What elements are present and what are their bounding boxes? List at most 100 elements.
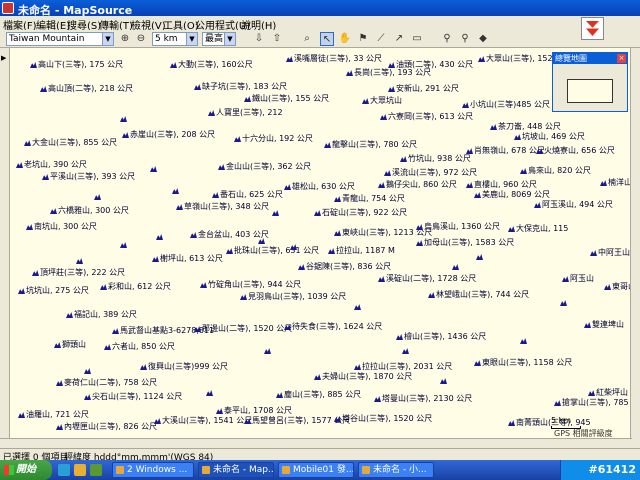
peak-label[interactable]: 雄松山, 630 公尺 (284, 182, 355, 192)
peak-label[interactable]: 大金山(三等), 855 公尺 (24, 138, 117, 148)
peak-label[interactable]: 火燒寮山, 656 公尺 (536, 146, 615, 156)
peak-label[interactable]: 小坑山(三等)485 公尺 (462, 100, 550, 110)
peak-label[interactable]: 檜山(三等), 1436 公尺 (396, 332, 486, 342)
find-places-icon[interactable]: ⚲ (458, 32, 472, 46)
peak-label[interactable]: 鵝仔尖山, 860 公尺 (378, 180, 457, 190)
peak-label[interactable]: 石碇山(三等), 922 公尺 (314, 208, 407, 218)
map-canvas[interactable]: 高山下(三等), 175 公尺 大動(三等), 160公尺 溪嘴層徒(三等), … (0, 48, 640, 448)
hand-tool-icon[interactable]: ✋ (338, 32, 352, 46)
measure-tool-icon[interactable]: ▭ (410, 32, 424, 46)
peak-label[interactable]: 安新山, 291 公尺 (388, 84, 459, 94)
peak-label[interactable]: 大動(三等), 160公尺 (170, 60, 253, 70)
map-product-select[interactable]: Taiwan Mountain ▼ (6, 32, 114, 46)
overview-viewport[interactable] (567, 79, 613, 103)
track-tool-icon[interactable]: ↗ (392, 32, 406, 46)
peak-label[interactable]: 阿玉山 (562, 274, 594, 284)
send-to-device-icon[interactable]: ⇧ (270, 32, 284, 46)
taskbar-item[interactable]: 未命名 - 小... (358, 462, 434, 478)
horizontal-scrollbar[interactable] (0, 438, 632, 448)
peak-label[interactable]: 青龍山, 754 公尺 (334, 194, 405, 204)
peak-label[interactable]: 金台盆山, 403 公尺 (190, 230, 269, 240)
peak-label[interactable]: 福記山, 389 公尺 (66, 310, 137, 320)
peak-label[interactable]: 獅頭山 (54, 340, 86, 350)
peak-label[interactable]: 油羅山, 721 公尺 (18, 410, 89, 420)
peak-label[interactable]: 內壢匣山(三等), 826 公尺 (56, 422, 157, 432)
taskbar-item[interactable]: 2 Windows ... (112, 462, 194, 478)
peak-label[interactable]: 鐵山(三等), 155 公尺 (244, 94, 329, 104)
overview-map-window[interactable]: 總覽地圖 × (552, 52, 628, 112)
peak-label[interactable]: 塔曼山(三等), 2130 公尺 (374, 394, 472, 404)
receive-from-device-icon[interactable]: ⇩ (252, 32, 266, 46)
peak-label[interactable]: 鳥來山, 820 公尺 (520, 166, 591, 176)
peak-label[interactable]: 肖無嶺山, 678 公尺 (466, 146, 545, 156)
detail-level-select[interactable]: 最高 ▼ (202, 32, 236, 46)
peak-label[interactable]: 六寮岡(三等), 613 公尺 (380, 112, 473, 122)
peak-label[interactable]: 楠洋山 (600, 178, 632, 188)
peak-label[interactable]: 尖石山(三等), 1124 公尺 (84, 392, 182, 402)
peak-label[interactable]: 龍擊山(三等), 780 公尺 (324, 140, 417, 150)
peak-label[interactable]: 谷鋸陳(三等), 836 公尺 (298, 262, 391, 272)
taskbar-item[interactable]: Mobile01 發... (278, 462, 354, 478)
peak-label[interactable]: 東眼山(三等), 1158 公尺 (474, 358, 572, 368)
peak-label[interactable]: 赤崖山(三等), 208 公尺 (122, 130, 215, 140)
peak-label[interactable]: 番石山, 625 公尺 (212, 190, 283, 200)
peak-label[interactable]: 待失食(三等), 1624 公尺 (284, 322, 382, 332)
peak-label[interactable]: 中阿王山 (590, 248, 630, 258)
peak-label[interactable]: 麥荷仁山(二等), 758 公尺 (56, 378, 157, 388)
peak-label[interactable]: 坑坑山, 275 公尺 (18, 286, 89, 296)
select-tool-icon[interactable]: ↖ (320, 32, 334, 46)
waypoint-tool-icon[interactable]: ⚑ (356, 32, 370, 46)
peak-label[interactable]: 溪碇山(二等), 1728 公尺 (378, 274, 476, 284)
peak-label[interactable]: 老坑山, 390 公尺 (16, 160, 87, 170)
peak-label[interactable]: 溪流山(三等), 972 公尺 (384, 168, 477, 178)
peak-label[interactable]: 塔谷山(三等), 1520 公尺 (334, 414, 432, 424)
peak-label[interactable]: 南坑山, 300 公尺 (26, 222, 97, 232)
peak-label[interactable]: 加母山(三等), 1583 公尺 (416, 238, 514, 248)
peak-label[interactable]: 高山下(三等), 175 公尺 (30, 60, 123, 70)
arrow-down-icon[interactable] (581, 17, 604, 40)
peak-label[interactable]: 美鹿山, 8069 公尺 (474, 190, 550, 200)
peak-label[interactable]: 批珠山(三等), 631 公尺 (226, 246, 319, 256)
peak-label[interactable]: 烏鳥溪山, 1360 公尺 (416, 222, 500, 232)
zoom-scale-select[interactable]: 5 km ▼ (152, 32, 198, 46)
peak-label[interactable]: 紅柴坪山 (588, 388, 628, 398)
peak-label[interactable]: 拉拉山(三等), 2031 公尺 (354, 362, 452, 372)
peak-label[interactable]: 大眾坑山 (362, 96, 402, 106)
peak-label[interactable]: 竹坑山, 938 公尺 (400, 154, 471, 164)
peak-label[interactable]: 頂坪莊(三等), 222 公尺 (32, 268, 125, 278)
vertical-scrollbar[interactable] (630, 48, 640, 448)
peak-label[interactable]: 溪嘴層徒(三等), 33 公尺 (286, 54, 382, 64)
peak-label[interactable]: 草嶺山(三等), 348 公尺 (176, 202, 269, 212)
peak-label[interactable]: 夫婦山(三等), 1870 公尺 (314, 372, 412, 382)
find-icon[interactable]: ⚲ (440, 32, 454, 46)
peak-label[interactable]: 坑坡山, 469 公尺 (514, 132, 585, 142)
peak-label[interactable]: 金山山(三等), 362 公尺 (218, 162, 311, 172)
peak-label[interactable]: 那邊山(二等), 1520 公尺 (194, 324, 292, 334)
peak-label[interactable]: 彩和山, 612 公尺 (100, 282, 171, 292)
peak-label[interactable]: 竹碇角山(三等), 944 公尺 (200, 280, 301, 290)
peak-label[interactable]: 復興山(三等)999 公尺 (140, 362, 228, 372)
peak-label[interactable]: 茶刀崙, 448 公尺 (490, 122, 561, 132)
map-product-icon[interactable]: ◆ (476, 32, 490, 46)
start-button[interactable]: 開始 (0, 460, 52, 480)
peak-label[interactable]: 六橋雅山, 300 公尺 (50, 206, 129, 216)
peak-label[interactable]: 榭坪山, 613 公尺 (152, 254, 223, 264)
media-icon[interactable] (90, 464, 102, 476)
peak-label[interactable]: 泰平山, 1708 公尺 (216, 406, 292, 416)
peak-label[interactable]: 高山頂(二等), 218 公尺 (40, 84, 133, 94)
left-panel-toggle[interactable]: ▶ (0, 48, 10, 448)
peak-label[interactable]: 直樓山, 960 公尺 (466, 180, 537, 190)
folder-icon[interactable] (74, 464, 86, 476)
zoom-tool-icon[interactable]: ⌕ (300, 32, 314, 46)
peak-label[interactable]: 大眾山(三等), 152 (478, 54, 553, 64)
route-tool-icon[interactable]: ⟋ (374, 32, 388, 46)
zoom-in-icon[interactable]: ⊕ (118, 32, 132, 46)
peak-label[interactable]: 大保克山, 115 (508, 224, 568, 234)
peak-label[interactable]: 十六分山, 192 公尺 (234, 134, 313, 144)
peak-label[interactable]: 長崗(三等), 193 公尺 (346, 68, 431, 78)
peak-label[interactable]: 見羽鳥山(三等), 1039 公尺 (240, 292, 346, 302)
zoom-out-icon[interactable]: ⊖ (134, 32, 148, 46)
peak-label[interactable]: 林望峨山(三等), 744 公尺 (428, 290, 529, 300)
peak-label[interactable]: 拉拉山, 1187 M (328, 246, 395, 256)
peak-label[interactable]: 大溪山(三等), 1541 公尺 (154, 416, 252, 426)
